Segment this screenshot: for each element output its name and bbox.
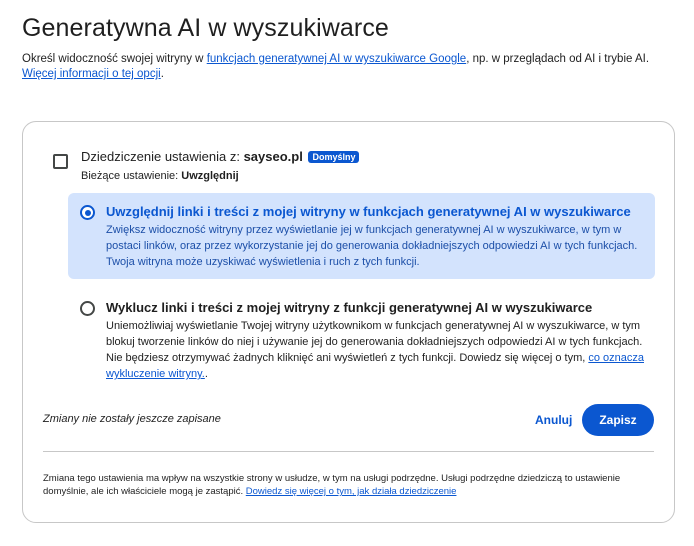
option-exclude-text: Wyklucz linki i treści z mojej witryny z… (106, 299, 646, 382)
option-exclude[interactable]: Wyklucz linki i treści z mojej witryny z… (68, 289, 655, 383)
intro-text: Określ widoczność swojej witryny w funkc… (22, 52, 672, 82)
option-include-title: Uwzględnij linki i treści z mojej witryn… (106, 204, 631, 219)
option-include[interactable]: Uwzględnij linki i treści z mojej witryn… (68, 193, 655, 279)
option-exclude-description-block: Uniemożliwiaj wyświetlanie Twojej witryn… (106, 318, 646, 382)
page-title: Generatywna AI w wyszukiwarce (22, 14, 389, 42)
option-exclude-title: Wyklucz linki i treści z mojej witryny z… (106, 300, 593, 315)
current-setting-prefix: Bieżące ustawienie: (81, 170, 182, 182)
current-setting-value: Uwzględnij (181, 170, 239, 182)
inheritance-info-link[interactable]: Dowiedz się więcej o tym, jak działa dzi… (246, 486, 457, 497)
inherit-label: Dziedziczenie ustawienia z: sayseo.pl Do… (81, 148, 641, 166)
default-badge: Domyślny (308, 151, 360, 163)
exclusion-link-suffix: . (204, 368, 208, 380)
inherit-label-prefix: Dziedziczenie ustawienia z: (81, 149, 244, 164)
ai-features-link[interactable]: funkcjach generatywnej AI w wyszukiwarce… (207, 53, 467, 65)
intro-prefix: Określ widoczność swojej witryny w (22, 53, 207, 65)
radio-exclude[interactable] (80, 301, 95, 316)
cancel-button[interactable]: Anuluj (527, 405, 580, 435)
more-info-link[interactable]: Więcej informacji o tej opcji (22, 68, 161, 80)
inherit-text: Dziedziczenie ustawienia z: sayseo.pl Do… (81, 148, 641, 184)
settings-card: Dziedziczenie ustawienia z: sayseo.pl Do… (22, 121, 675, 523)
more-info-suffix: . (160, 68, 164, 80)
intro-suffix: , np. w przeglądach od AI i trybie AI. (466, 53, 650, 65)
option-include-description: Zwiększ widoczność witryny przez wyświet… (106, 224, 638, 268)
radio-include[interactable] (80, 205, 95, 220)
save-button[interactable]: Zapisz (582, 404, 654, 436)
option-exclude-description: Uniemożliwiaj wyświetlanie Twojej witryn… (106, 320, 643, 364)
footer-note: Zmiana tego ustawienia ma wpływ na wszys… (43, 472, 654, 498)
option-include-text: Uwzględnij linki i treści z mojej witryn… (106, 203, 646, 270)
current-setting: Bieżące ustawienie: Uwzględnij (81, 168, 641, 184)
inherit-checkbox[interactable] (53, 154, 68, 169)
inherit-site: sayseo.pl (243, 149, 303, 164)
unsaved-changes-notice: Zmiany nie zostały jeszcze zapisane (43, 413, 221, 425)
divider (43, 451, 654, 452)
